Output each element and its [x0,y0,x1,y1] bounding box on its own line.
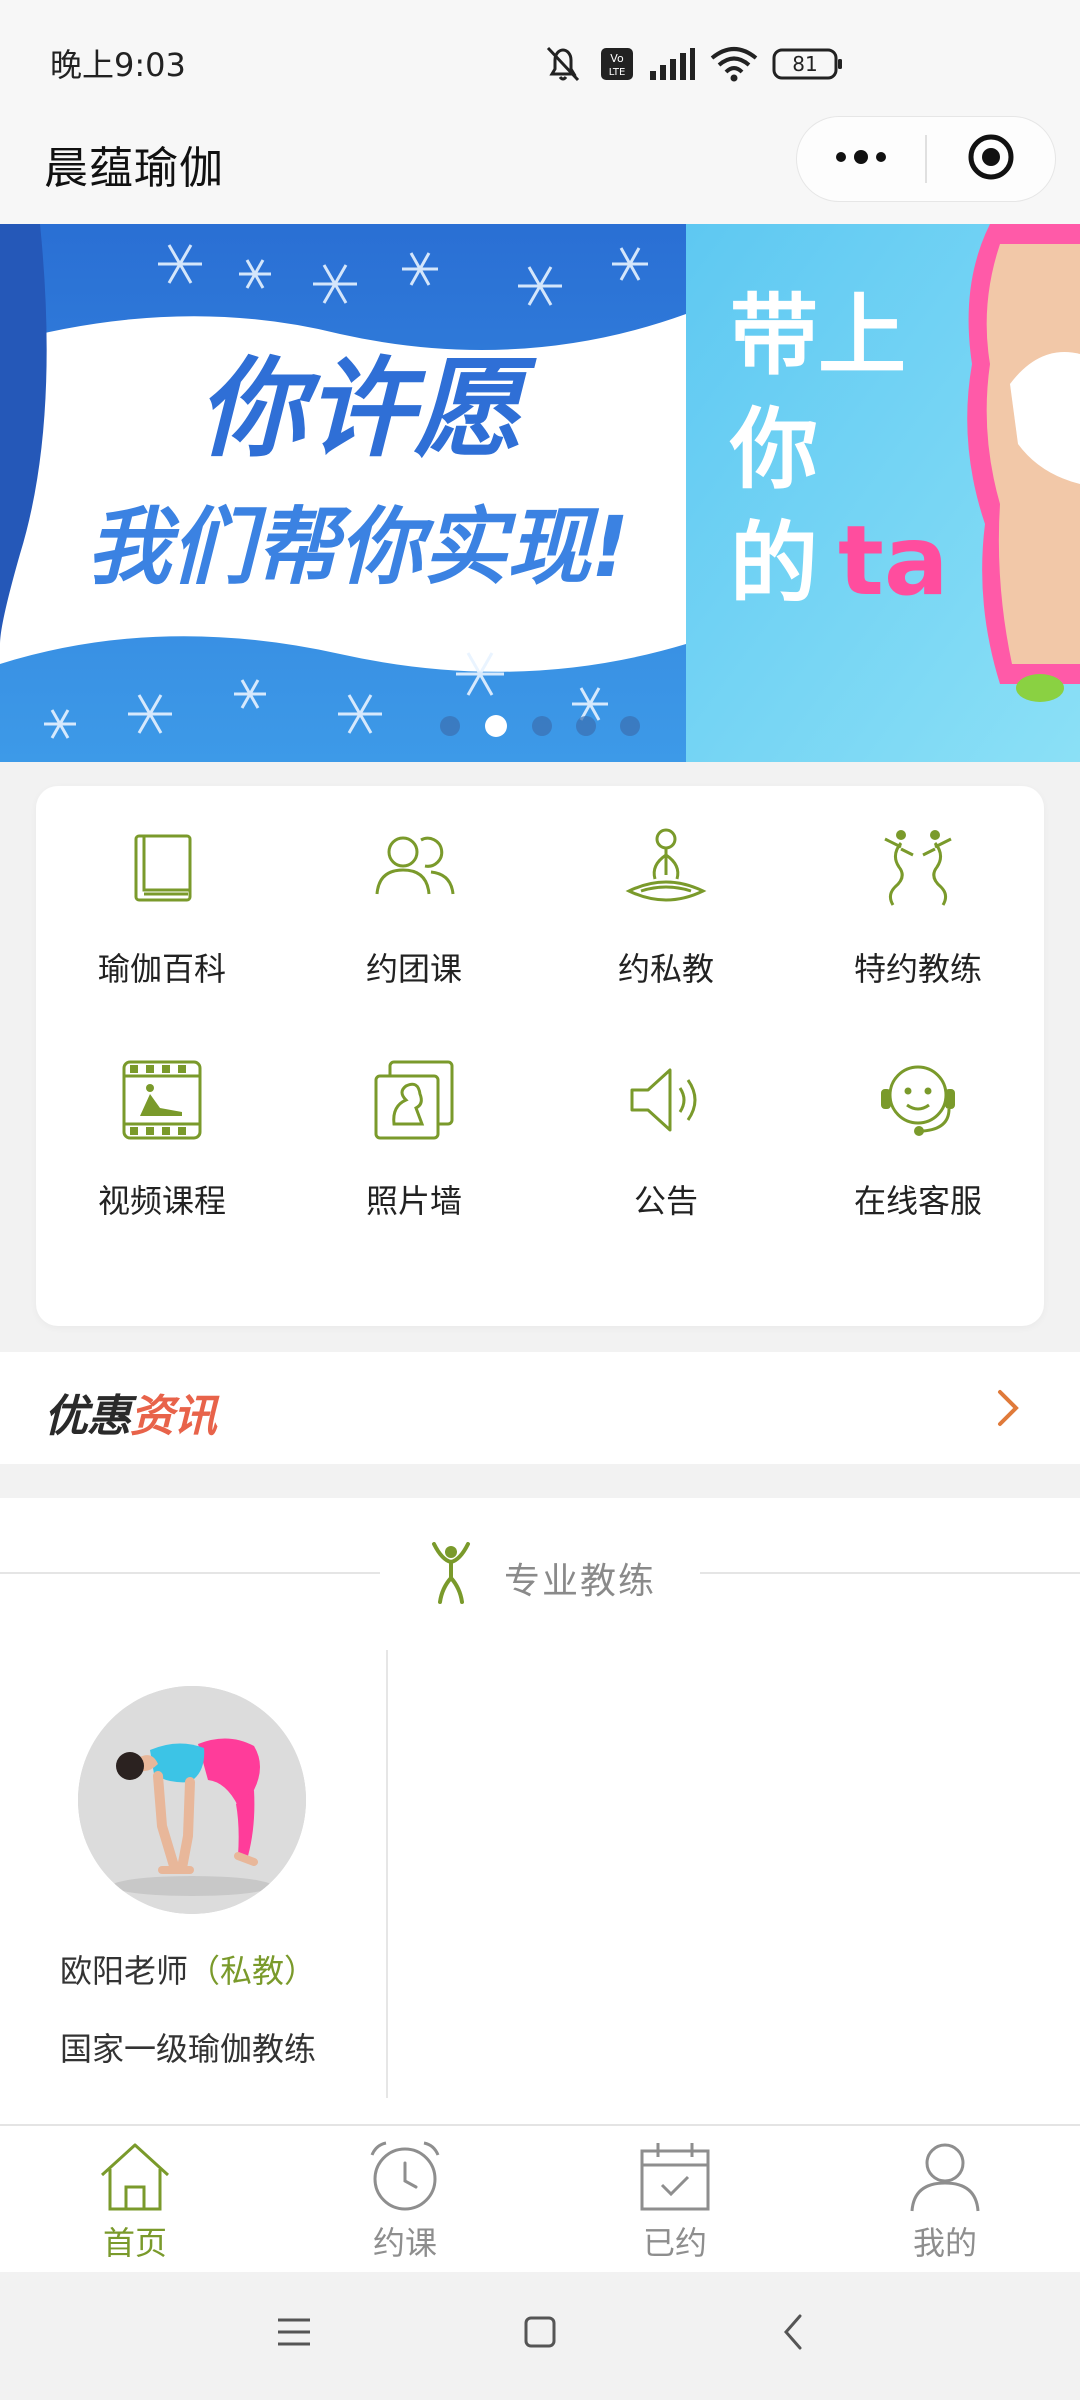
volte-icon: Vo LTE [600,47,634,81]
page-title: 晨蕴瑜伽 [44,143,224,194]
headset-icon [870,1052,966,1148]
grid-item-label: 照片墙 [365,1182,462,1220]
grid-item-photo-wall[interactable]: 照片墙 [288,1018,540,1248]
more-button[interactable] [797,116,925,202]
carousel-dot-active [485,715,507,737]
banner-carousel[interactable]: 你许愿 我们帮你实现! 带上 你 的 ta [0,224,1080,762]
grid-item-label: 约团课 [365,950,462,988]
tab-label: 约课 [372,2224,437,2262]
battery-level: 81 [792,52,818,76]
grid-item-group-class[interactable]: 约团课 [288,786,540,1016]
section-divider-right [700,1572,1080,1574]
menu-capsule [796,116,1056,202]
photo-wall-icon [366,1052,462,1148]
tab-book-class[interactable]: 约课 [270,2126,540,2274]
menu-icon[interactable] [276,2312,312,2356]
section-divider-left [0,1572,380,1574]
calendar-check-icon [638,2140,712,2214]
back-icon[interactable] [776,2312,812,2356]
grid-item-yoga-encyclopedia[interactable]: 瑜伽百科 [36,786,288,1016]
tab-label: 首页 [102,2224,167,2262]
grid-item-label: 在线客服 [853,1182,982,1220]
home-square-icon[interactable] [522,2312,558,2356]
carousel-dot [440,716,460,736]
svg-text:LTE: LTE [609,67,626,78]
banner-slide2-line1: 带上 [730,284,906,387]
grid-item-private-coach[interactable]: 约私教 [540,786,792,1016]
banner-slide2-line3b: ta [838,505,949,617]
status-bar: 晚上9:03 Vo LTE 81 [0,0,1080,112]
promo-title-part1: 优惠 [44,1391,131,1442]
coach-name: 欧阳老师（私教） [60,1946,316,1992]
system-navigation-bar [0,2272,1080,2400]
grid-item-label: 特约教练 [853,950,982,988]
coach-avatar [78,1686,306,1914]
status-time: 晚上9:03 [50,46,186,84]
battery-icon: 81 [772,47,844,81]
grid-item-label: 瑜伽百科 [97,950,226,988]
promo-title-part2: 资讯 [130,1391,217,1442]
book-icon [114,820,210,916]
grid-item-video-courses[interactable]: 视频课程 [36,1018,288,1248]
banner-slide1-line2: 我们帮你实现! [87,498,629,596]
carousel-dot [620,716,640,736]
section-title: 专业教练 [504,1561,657,1602]
banner-slide2-line3a: 的 [730,512,818,615]
tab-booked[interactable]: 已约 [540,2126,810,2274]
coach-type: （私教） [188,1952,317,1990]
carousel-dot [532,716,552,736]
yoga-person-icon [428,1542,474,1608]
section-header: 专业教练 [0,1498,1080,1648]
chevron-right-icon[interactable] [994,1386,1024,1434]
svg-text:Vo: Vo [610,52,624,65]
dancers-icon [870,820,966,916]
status-icons: Vo LTE 81 [540,38,844,90]
coach-name-text: 欧阳老师 [60,1952,189,1990]
meditation-icon [618,820,714,916]
grid-item-label: 约私教 [617,950,714,988]
tab-label: 我的 [912,2224,977,2262]
signal-icon [648,47,696,81]
home-icon [98,2140,172,2214]
tab-label: 已约 [642,2224,707,2262]
wifi-icon [710,46,758,82]
tab-home[interactable]: 首页 [0,2126,270,2274]
coach-title: 国家一级瑜伽教练 [60,2030,317,2068]
banner-slide2-line2: 你 [729,398,818,501]
grid-item-special-coach[interactable]: 特约教练 [792,786,1044,1016]
coaches-section: 专业教练 欧阳老师（私教） 国家一级瑜伽教练 [0,1498,1080,2126]
coach-card[interactable]: 欧阳老师（私教） 国家一级瑜伽教练 [0,1648,388,2098]
promo-title: 优惠资讯 [44,1380,217,1444]
user-icon [908,2140,982,2214]
grid-item-label: 公告 [633,1182,698,1220]
mute-icon [540,44,586,84]
carousel-dot [576,716,596,736]
group-icon [366,820,462,916]
speaker-icon [618,1052,714,1148]
banner-slide1-line1: 你许愿 [198,347,537,472]
grid-item-online-support[interactable]: 在线客服 [792,1018,1044,1248]
tab-mine[interactable]: 我的 [810,2126,1080,2274]
nav-bar: 晨蕴瑜伽 [0,112,1080,224]
video-film-icon [114,1052,210,1148]
promo-news-row[interactable]: 优惠资讯 [0,1352,1080,1464]
target-close-icon [966,132,1016,186]
more-dots-icon [833,147,889,171]
grid-item-announcement[interactable]: 公告 [540,1018,792,1248]
bottom-tab-bar: 首页 约课 已约 我的 [0,2124,1080,2272]
close-button[interactable] [927,116,1055,202]
alarm-clock-icon [368,2140,442,2214]
coach-column-divider [386,1650,388,2098]
grid-item-label: 视频课程 [97,1182,226,1220]
feature-grid: 瑜伽百科 约团课 约私教 特约教练 视频课程 照片墙 公告 在线客服 [36,786,1044,1326]
